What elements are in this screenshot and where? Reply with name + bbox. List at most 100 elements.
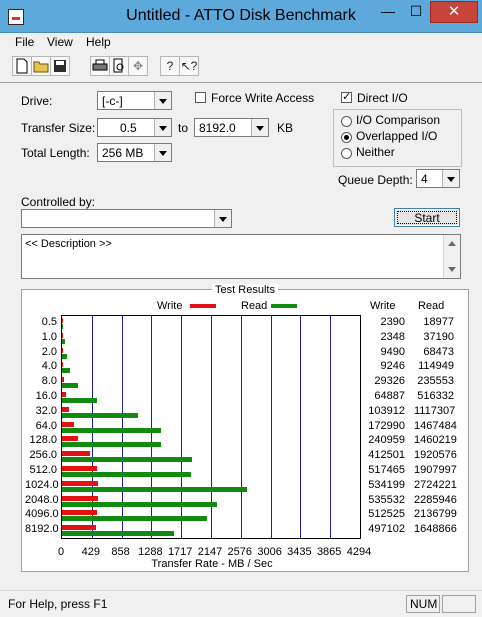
close-button[interactable]: ✕ bbox=[430, 1, 478, 23]
start-button[interactable]: Start bbox=[394, 208, 460, 227]
neither-radio[interactable] bbox=[341, 148, 352, 159]
write-bar bbox=[62, 377, 64, 383]
menu-file[interactable]: File bbox=[15, 35, 34, 49]
transfer-size-label: 1.0 bbox=[41, 330, 57, 343]
print-icon[interactable] bbox=[90, 56, 110, 76]
read-value: 1907997 bbox=[414, 464, 457, 476]
total-length-value: 256 MB bbox=[102, 146, 144, 160]
maximize-button[interactable]: ☐ bbox=[402, 2, 430, 22]
force-write-checkbox[interactable] bbox=[195, 92, 206, 103]
chevron-down-icon[interactable] bbox=[154, 144, 171, 161]
description-textarea[interactable]: << Description >> bbox=[21, 234, 461, 279]
read-bar bbox=[62, 516, 207, 522]
legend-read-swatch bbox=[271, 304, 297, 308]
drive-label: Drive: bbox=[21, 94, 53, 108]
write-value: 103912 bbox=[368, 404, 405, 417]
read-value: 1648866 bbox=[414, 523, 457, 536]
read-bar bbox=[62, 486, 247, 492]
status-empty-indicator bbox=[442, 595, 476, 613]
read-value: 1920576 bbox=[414, 449, 457, 462]
read-value: 2285946 bbox=[414, 493, 457, 506]
overlapped-io-label: Overlapped I/O bbox=[356, 129, 438, 143]
transfer-size-label: 1024.0 bbox=[25, 478, 59, 491]
transfer-size-label: 32.0 bbox=[35, 404, 57, 417]
read-bar bbox=[62, 324, 64, 329]
transfer-rate-chart bbox=[61, 315, 361, 539]
column-header-read: Read bbox=[418, 300, 445, 312]
menu-bar: File View Help bbox=[0, 33, 482, 51]
write-bar bbox=[62, 362, 63, 368]
transfer-from-select[interactable]: 0.5 bbox=[97, 118, 172, 137]
force-write-label: Force Write Access bbox=[211, 91, 315, 105]
read-value: 37190 bbox=[423, 330, 454, 343]
legend-read-label: Read bbox=[241, 300, 268, 312]
x-tick-label: 3435 bbox=[287, 546, 312, 558]
scroll-down-icon[interactable] bbox=[444, 264, 460, 276]
write-value: 2390 bbox=[380, 316, 405, 328]
minimize-button[interactable]: — bbox=[374, 2, 402, 22]
read-bar bbox=[62, 398, 97, 403]
column-header-write: Write bbox=[370, 300, 396, 312]
write-bar bbox=[62, 436, 79, 442]
menu-view[interactable]: View bbox=[47, 35, 73, 49]
write-bar bbox=[62, 480, 99, 486]
read-value: 1117307 bbox=[414, 404, 456, 417]
read-bar bbox=[62, 412, 138, 418]
context-help-icon[interactable]: ↖? bbox=[179, 56, 199, 76]
write-bar bbox=[62, 495, 99, 501]
save-icon[interactable] bbox=[50, 56, 70, 76]
write-value: 172990 bbox=[368, 419, 405, 432]
direct-io-label: Direct I/O bbox=[357, 91, 408, 105]
transfer-size-label: 8.0 bbox=[41, 375, 57, 388]
chevron-down-icon[interactable] bbox=[154, 92, 171, 109]
open-folder-icon[interactable] bbox=[31, 56, 51, 76]
x-tick-label: 4294 bbox=[346, 546, 372, 558]
title-bar[interactable]: Untitled - ATTO Disk Benchmark — ☐ ✕ bbox=[0, 0, 482, 33]
x-tick-label: 2576 bbox=[227, 546, 253, 558]
x-tick-label: 3006 bbox=[257, 546, 282, 558]
write-value: 412501 bbox=[368, 449, 405, 462]
transfer-size-label: 8192.0 bbox=[25, 523, 59, 536]
transfer-to-select[interactable]: 8192.0 bbox=[194, 118, 269, 137]
transfer-size-label: 4096.0 bbox=[25, 508, 59, 521]
new-document-icon[interactable] bbox=[12, 56, 32, 76]
read-value: 1460219 bbox=[414, 434, 457, 447]
write-bar bbox=[62, 406, 70, 412]
print-preview-icon[interactable] bbox=[109, 56, 129, 76]
help-icon[interactable]: ? bbox=[160, 56, 180, 76]
total-length-select[interactable]: 256 MB bbox=[97, 143, 172, 162]
chevron-down-icon[interactable] bbox=[251, 119, 268, 136]
read-value: 114949 bbox=[418, 360, 454, 373]
x-tick-label: 3865 bbox=[316, 546, 342, 558]
write-bar bbox=[62, 451, 90, 457]
write-bar bbox=[62, 332, 63, 338]
transfer-from-value: 0.5 bbox=[120, 121, 137, 135]
write-bar bbox=[62, 392, 67, 397]
read-bar bbox=[62, 383, 78, 389]
queue-depth-select[interactable]: 4 bbox=[416, 169, 460, 188]
io-comparison-radio[interactable] bbox=[341, 116, 352, 127]
x-tick-label: 2147 bbox=[197, 546, 223, 558]
chevron-down-icon[interactable] bbox=[214, 210, 231, 227]
direct-io-checkbox[interactable] bbox=[341, 90, 352, 103]
overlapped-io-radio[interactable] bbox=[341, 132, 352, 143]
gridline bbox=[300, 316, 301, 538]
transfer-size-label: 256.0 bbox=[29, 449, 57, 462]
description-scrollbar[interactable] bbox=[443, 235, 460, 278]
move-icon[interactable]: ✥ bbox=[128, 56, 148, 76]
write-value: 535532 bbox=[368, 493, 405, 506]
read-value: 1467484 bbox=[414, 419, 457, 432]
chevron-down-icon[interactable] bbox=[154, 119, 171, 136]
transfer-size-label: 16.0 bbox=[35, 390, 57, 402]
drive-select[interactable]: [-c-] bbox=[97, 91, 172, 110]
transfer-size-label: 64.0 bbox=[35, 419, 57, 432]
read-value: 235553 bbox=[417, 375, 454, 388]
queue-depth-label: Queue Depth: bbox=[338, 173, 413, 187]
chevron-down-icon[interactable] bbox=[442, 170, 459, 187]
transfer-to-value: 8192.0 bbox=[199, 121, 236, 135]
menu-help[interactable]: Help bbox=[86, 35, 111, 49]
to-label: to bbox=[178, 121, 189, 135]
write-bar bbox=[62, 466, 98, 471]
controlled-by-select[interactable] bbox=[21, 209, 232, 228]
scroll-up-icon[interactable] bbox=[444, 237, 460, 249]
